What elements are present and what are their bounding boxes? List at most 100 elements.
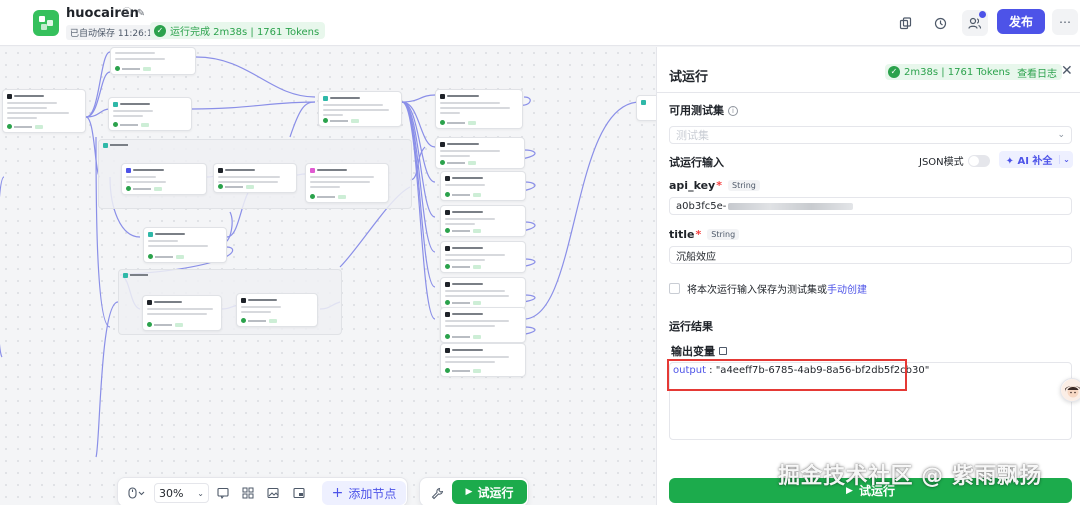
more-menu-button[interactable]: ⋯ [1052,9,1078,35]
highlight-box [667,359,907,391]
api-key-input[interactable]: a0b3fc5e- [669,197,1072,215]
field-label-title: title* String [669,228,740,241]
end-node[interactable] [636,95,656,121]
plus-icon: + [331,485,344,501]
json-mode-toggle[interactable]: JSON模式 [919,153,990,168]
wrench-icon [431,487,443,499]
chevron-down-icon: ⌄ [197,488,204,498]
chevron-down-icon: ⌄ [1057,130,1065,140]
run-input-label: 试运行输入 [669,156,724,169]
history-button[interactable] [927,10,953,36]
run-status-badge: ✓ 运行完成 2m38s | 1761 Tokens [150,22,326,39]
ai-fill-label: AI 补全 [1017,156,1053,167]
avatar-icon [1061,379,1080,401]
ai-fill-button[interactable]: ✦ AI 补全 ⌄ [999,151,1073,168]
run-toolbar: ▶ 试运行 [419,477,529,505]
workflow-node[interactable] [305,163,389,203]
minimap-icon [293,487,305,499]
manual-create-link[interactable]: 手动创建 [827,285,867,296]
api-key-value: a0b3fc5e- [676,200,727,212]
workflow-node[interactable] [121,163,207,195]
layout-button[interactable] [239,485,257,501]
comment-button[interactable] [214,485,232,501]
workflow-node[interactable] [108,97,192,131]
info-icon[interactable]: ⓘ [121,8,133,20]
panel-run-status: ✓ 2m38s | 1761 Tokens 查看日志 [885,64,1063,80]
chevron-down-icon[interactable]: ⌄ [1059,155,1073,164]
test-run-label: 试运行 [477,485,514,500]
copy-button[interactable] [892,10,918,36]
workflow-node[interactable] [142,295,222,331]
edit-icon[interactable]: ✎ [135,8,147,20]
workflow-node[interactable] [143,227,227,263]
title-value: 沉船效应 [676,251,716,263]
add-node-label: 添加节点 [348,486,397,501]
workflow-canvas[interactable] [0,47,656,505]
json-mode-label: JSON模式 [919,157,964,168]
success-check-icon: ✓ [888,66,900,78]
test-set-select[interactable]: 测试集 ⌄ [669,126,1072,144]
minimap-button[interactable] [290,485,308,501]
workflow-node[interactable] [213,163,297,193]
app-logo [33,10,59,36]
save-as-test-set-row: 将本次运行输入保存为测试集或手动创建 [669,281,867,296]
users-icon [968,17,982,29]
save-as-test-set-checkbox[interactable] [669,283,680,294]
workflow-node[interactable] [440,277,526,309]
test-run-panel: 试运行 ✓ 2m38s | 1761 Tokens 查看日志 ✕ 可用测试集 i … [656,47,1080,505]
notification-dot [979,11,986,18]
play-icon: ▶ [465,487,473,497]
watermark: 掘金技术社区 @ 紫雨飘扬 [778,464,1042,489]
image-button[interactable] [264,485,282,501]
panel-status-text: 2m38s | 1761 Tokens [904,66,1011,78]
success-check-icon: ✓ [154,24,166,37]
copy-icon [899,16,911,29]
layout-grid-icon [242,487,254,499]
collaborators-button[interactable] [962,10,988,36]
test-run-button[interactable]: ▶ 试运行 [452,480,527,504]
redacted-value [728,202,854,210]
zoom-select[interactable]: 30% ⌄ [154,483,209,503]
view-log-link[interactable]: 查看日志 [1017,65,1057,80]
assistant-avatar[interactable] [1060,378,1080,402]
add-node-button[interactable]: + 添加节点 [322,481,406,505]
image-icon [267,487,279,499]
workflow-node[interactable] [440,205,526,237]
workflow-icon [39,16,53,30]
test-set-label: 可用测试集 i [669,102,738,118]
info-icon[interactable]: i [728,106,738,116]
canvas-toolbar: 30% ⌄ + 添加节点 [117,477,408,505]
autosave-status: 已自动保存 11:26:18 [66,25,163,40]
workflow-node[interactable] [435,137,525,169]
history-icon [934,17,946,29]
workflow-node[interactable] [2,89,86,133]
workflow-node[interactable] [440,307,526,343]
zoom-value: 30% [159,486,184,500]
workflow-node[interactable] [440,343,526,377]
toggle-switch[interactable] [967,154,990,167]
title-input[interactable]: 沉船效应 [669,246,1072,264]
publish-button[interactable]: 发布 [997,9,1045,34]
panel-title: 试运行 [669,70,709,85]
debug-tools-button[interactable] [428,485,446,501]
test-set-placeholder: 测试集 [676,129,709,142]
workflow-node[interactable] [440,171,526,201]
workflow-node[interactable] [440,241,526,273]
workflow-node[interactable] [435,89,523,129]
comment-icon [217,487,229,499]
workflow-node[interactable] [318,91,402,127]
type-tag: String [727,180,760,191]
field-label-api-key: api_key* String [669,179,760,192]
workflow-node[interactable] [110,47,196,75]
run-status-text: 运行完成 2m38s | 1761 Tokens [170,27,320,38]
mouse-icon [128,487,145,499]
top-bar: huocairen ⓘ ✎ 已自动保存 11:26:18 ✓ 运行完成 2m38… [0,0,1080,46]
copy-icon[interactable] [719,347,727,355]
output-var-label: 输出变量 [671,343,727,359]
workflow-node[interactable] [236,293,318,327]
run-result-label: 运行结果 [669,320,713,333]
panel-divider [657,92,1080,93]
type-tag: String [707,229,740,240]
close-icon[interactable]: ✕ [1061,63,1073,79]
interaction-mode-button[interactable] [124,485,150,501]
